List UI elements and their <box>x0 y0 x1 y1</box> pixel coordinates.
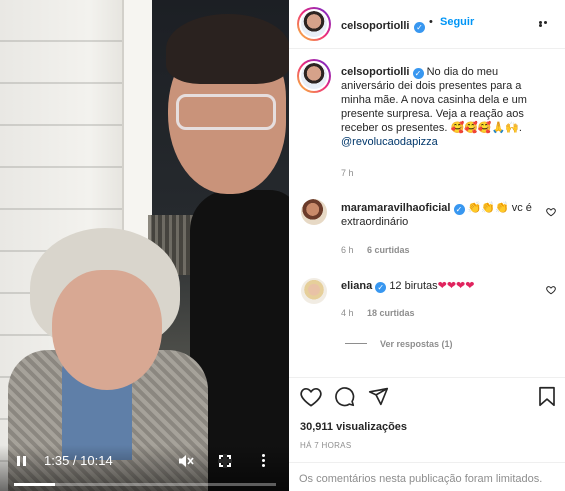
follow-button[interactable]: Seguir <box>440 16 474 28</box>
more-options-icon[interactable] <box>539 21 553 27</box>
view-count[interactable]: 30,911 visualizações <box>300 421 407 433</box>
comment-text: 12 birutas <box>389 280 438 292</box>
video-frame-man-hair <box>166 14 289 84</box>
replies-divider <box>345 343 367 344</box>
video-progress-fill <box>14 483 55 486</box>
author-line: celsoportiolli ✓ <box>341 16 425 34</box>
comment-username[interactable]: eliana <box>341 280 372 292</box>
muted-speaker-icon[interactable] <box>177 453 195 469</box>
caption-username[interactable]: celsoportiolli <box>341 66 409 78</box>
comment-like-heart-icon[interactable] <box>546 285 556 295</box>
video-frame-glasses <box>176 94 276 130</box>
caption-time[interactable]: 7 h <box>341 168 354 178</box>
comment-avatar[interactable] <box>301 199 327 225</box>
verified-icon: ✓ <box>375 282 387 293</box>
video-player[interactable]: 1:35 / 10:14 <box>0 0 289 491</box>
caption-avatar[interactable] <box>301 63 327 89</box>
comment-bubble-icon[interactable] <box>334 386 355 412</box>
view-replies-button[interactable]: Ver respostas (1) <box>380 339 453 349</box>
video-time: 1:35 / 10:14 <box>44 453 113 468</box>
video-more-options-icon[interactable] <box>262 454 266 468</box>
comment-2: eliana ✓ 12 birutas❤❤❤❤ <box>341 279 537 293</box>
comments-limited-notice: Os comentários nesta publicação foram li… <box>289 462 565 491</box>
verified-icon: ✓ <box>453 204 465 215</box>
comment-emojis: 👏👏👏 <box>467 202 509 214</box>
post-side-panel: celsoportiolli ✓ • Seguir celsoportiolli… <box>289 0 565 491</box>
post-date[interactable]: HÁ 7 HORAS <box>300 441 351 450</box>
video-progress-bar[interactable] <box>14 483 276 486</box>
header-separator: • <box>429 16 433 28</box>
author-username[interactable]: celsoportiolli <box>341 20 409 32</box>
comment-1: maramaravilhaoficial ✓ 👏👏👏 vc é extraord… <box>341 201 537 229</box>
post-actions-bar <box>289 377 565 417</box>
comment-like-heart-icon[interactable] <box>546 207 556 217</box>
pause-icon[interactable] <box>15 455 29 469</box>
share-paper-plane-icon[interactable] <box>368 386 389 412</box>
comment-time[interactable]: 6 h <box>341 245 354 255</box>
verified-icon: ✓ <box>412 68 424 79</box>
comment-username[interactable]: maramaravilhaoficial <box>341 202 450 214</box>
comment-emojis: ❤❤❤❤ <box>437 280 475 292</box>
like-heart-icon[interactable] <box>300 387 322 412</box>
caption-emojis: 🥰🥰🥰🙏🙌. <box>450 122 522 134</box>
fullscreen-icon[interactable] <box>218 454 232 468</box>
comment-time[interactable]: 4 h <box>341 308 354 318</box>
save-bookmark-icon[interactable] <box>538 386 556 412</box>
video-frame-woman-face <box>52 270 162 390</box>
comment-likes[interactable]: 18 curtidas <box>367 308 415 318</box>
author-avatar[interactable] <box>301 11 327 37</box>
verified-icon: ✓ <box>413 22 425 33</box>
comment-likes[interactable]: 6 curtidas <box>367 245 410 255</box>
comment-avatar[interactable] <box>301 278 327 304</box>
caption: celsoportiolli ✓ No dia do meu aniversár… <box>341 65 545 149</box>
caption-mention-link[interactable]: @revolucaodapizza <box>341 136 438 148</box>
post-header: celsoportiolli ✓ • Seguir <box>289 0 565 49</box>
